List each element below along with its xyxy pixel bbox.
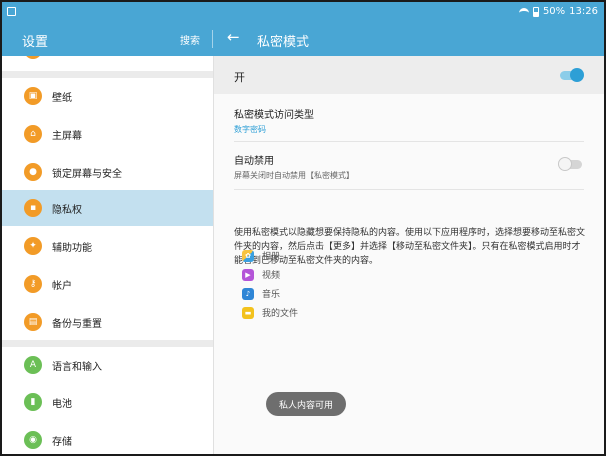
- key-icon: ⚷: [24, 275, 42, 293]
- action-bar-divider: [212, 30, 213, 48]
- sidebar-item-wallpaper[interactable]: ▣ 壁纸: [2, 78, 213, 114]
- app-label: 相册: [262, 252, 281, 262]
- sidebar-item-label: 辅助功能: [52, 242, 92, 254]
- auto-disable-subtitle: 屏幕关闭时自动禁用【私密模式】: [234, 171, 354, 180]
- auto-disable-setting[interactable]: 自动禁用 屏幕关闭时自动禁用【私密模式】: [234, 152, 584, 181]
- app-item-music: ♪ 音乐: [242, 287, 362, 300]
- my-files-icon: ▬: [242, 306, 254, 319]
- status-right: 50% 13:26: [518, 6, 598, 17]
- status-bar: 50% 13:26: [2, 2, 604, 22]
- app-label: 音乐: [262, 290, 281, 300]
- sidebar-item-label: 帐户: [52, 280, 72, 292]
- language-icon: A: [24, 356, 42, 374]
- action-bar: 设置 搜索 ← 私密模式: [2, 22, 604, 56]
- divider-line: [234, 189, 584, 190]
- access-type-setting[interactable]: 私密模式访问类型 数字密码: [234, 106, 584, 135]
- sidebar-item-label: 壁纸: [52, 92, 72, 104]
- sidebar-item-battery[interactable]: ▮ 电池: [2, 384, 213, 420]
- sidebar-item-backup-reset[interactable]: ▤ 备份与重置: [2, 304, 213, 340]
- app-label: 我的文件: [262, 309, 299, 319]
- gallery-icon: ✿: [242, 249, 254, 262]
- home-icon: ⌂: [24, 125, 42, 143]
- sidebar-item-storage[interactable]: ◉ 存储: [2, 422, 213, 454]
- back-arrow-icon[interactable]: ←: [227, 28, 240, 46]
- screen: 50% 13:26 设置 搜索 ← 私密模式 ● … ▣ 壁纸 ⌂ 主屏幕 ● …: [0, 0, 606, 456]
- app-item-my-files: ▬ 我的文件: [242, 306, 362, 319]
- music-icon: ♪: [242, 287, 254, 300]
- section-divider: [2, 340, 213, 347]
- notification-icon: [7, 7, 16, 16]
- sidebar-item-label: 锁定屏幕与安全: [52, 168, 122, 180]
- clock: 13:26: [569, 6, 598, 17]
- sidebar-item-label: 备份与重置: [52, 318, 102, 330]
- app-item-gallery: ✿ 相册: [242, 249, 362, 262]
- storage-icon: ◉: [24, 431, 42, 449]
- battery-icon: [532, 6, 539, 17]
- master-toggle[interactable]: [560, 68, 584, 82]
- page-title: 私密模式: [257, 35, 310, 50]
- auto-disable-toggle[interactable]: [558, 157, 582, 171]
- lock-icon: ●: [24, 163, 42, 181]
- sidebar-item-label: 电池: [52, 398, 72, 410]
- sidebar-item-label: 主屏幕: [52, 130, 82, 142]
- video-icon: ▶: [242, 268, 254, 281]
- access-type-value: 数字密码: [234, 125, 266, 134]
- toggle-knob: [570, 68, 584, 82]
- settings-title: 设置: [22, 35, 49, 50]
- accessibility-icon: ✦: [24, 237, 42, 255]
- sidebar-item-accessibility[interactable]: ✦ 辅助功能: [2, 228, 213, 264]
- sidebar-item-language-input[interactable]: A 语言和输入: [2, 347, 213, 383]
- sidebar-item-home-screen[interactable]: ⌂ 主屏幕: [2, 116, 213, 152]
- sidebar-item-lock-screen[interactable]: ● 锁定屏幕与安全: [2, 154, 213, 190]
- divider-line: [234, 141, 584, 142]
- privacy-icon: ▪: [24, 199, 42, 217]
- toggle-knob: [558, 157, 572, 171]
- access-type-title: 私密模式访问类型: [234, 110, 314, 121]
- app-label: 视频: [262, 271, 281, 281]
- search-button[interactable]: 搜索: [180, 32, 200, 47]
- battery-icon: ▮: [24, 393, 42, 411]
- wallpaper-icon: ▣: [24, 87, 42, 105]
- settings-list: ● … ▣ 壁纸 ⌂ 主屏幕 ● 锁定屏幕与安全 ▪ 隐私权 ✦ 辅助功能 ⚷ …: [2, 56, 213, 454]
- sidebar-item-accounts[interactable]: ⚷ 帐户: [2, 266, 213, 302]
- master-switch-row[interactable]: 开: [214, 56, 604, 94]
- sidebar-item-label: 语言和输入: [52, 361, 102, 373]
- auto-disable-title: 自动禁用: [234, 156, 274, 167]
- toast-message: 私人内容可用: [266, 392, 346, 416]
- sidebar-item-partial[interactable]: ● …: [2, 56, 213, 68]
- wifi-icon: [518, 7, 529, 16]
- master-switch-label: 开: [234, 71, 245, 84]
- sidebar-item-privacy[interactable]: ▪ 隐私权: [2, 190, 213, 226]
- partial-item-icon: ●: [24, 56, 42, 59]
- sidebar-item-label: 隐私权: [52, 204, 82, 216]
- section-divider: [2, 71, 213, 78]
- backup-icon: ▤: [24, 313, 42, 331]
- app-item-video: ▶ 视频: [242, 268, 362, 281]
- battery-percent: 50%: [542, 6, 566, 17]
- sidebar-item-label: 存储: [52, 436, 72, 448]
